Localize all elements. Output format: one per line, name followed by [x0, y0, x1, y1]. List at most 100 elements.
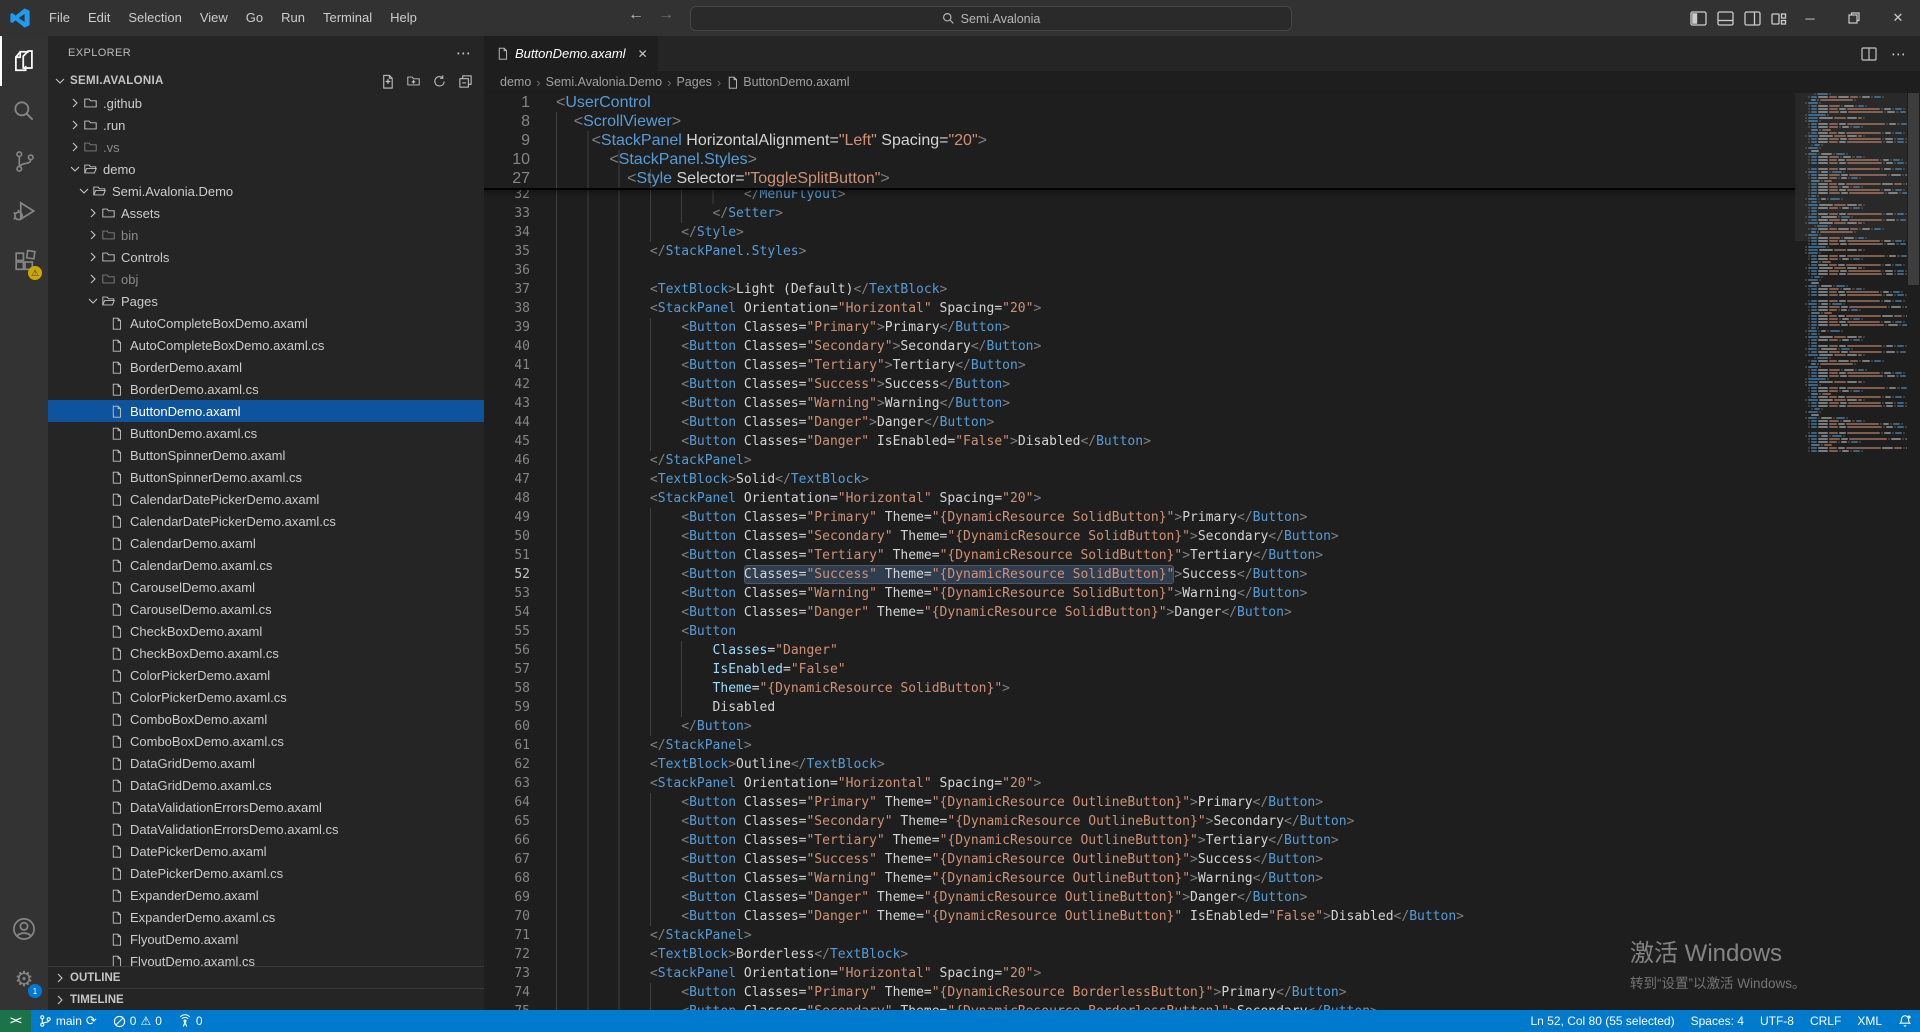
code-line-64[interactable]: 64 <Button Classes="Primary" Theme="{Dyn…: [484, 793, 1920, 812]
tree-file-ComboBoxDemo-axaml[interactable]: ComboBoxDemo.axaml: [48, 708, 484, 730]
code-line-57[interactable]: 57 IsEnabled="False": [484, 660, 1920, 679]
code-line-50[interactable]: 50 <Button Classes="Secondary" Theme="{D…: [484, 527, 1920, 546]
tree-folder-bin[interactable]: bin: [48, 224, 484, 246]
tree-file-DataGridDemo-axaml[interactable]: DataGridDemo.axaml: [48, 752, 484, 774]
tree-file-AutoCompleteBoxDemo-axaml-cs[interactable]: AutoCompleteBoxDemo.axaml.cs: [48, 334, 484, 356]
tree-file-ButtonDemo-axaml-cs[interactable]: ButtonDemo.axaml.cs: [48, 422, 484, 444]
tree-folder-Assets[interactable]: Assets: [48, 202, 484, 224]
code-line-56[interactable]: 56 Classes="Danger": [484, 641, 1920, 660]
code-line-8[interactable]: 8 <ScrollViewer>: [484, 112, 1795, 131]
search-icon[interactable]: [0, 86, 48, 136]
code-line-61[interactable]: 61 </StackPanel>: [484, 736, 1920, 755]
tree-file-CheckBoxDemo-axaml-cs[interactable]: CheckBoxDemo.axaml.cs: [48, 642, 484, 664]
code-line-45[interactable]: 45 <Button Classes="Danger" IsEnabled="F…: [484, 432, 1920, 451]
extensions-icon[interactable]: ⚠: [0, 236, 48, 286]
remote-indicator[interactable]: ><: [0, 1010, 31, 1032]
code-line-48[interactable]: 48 <StackPanel Orientation="Horizontal" …: [484, 489, 1920, 508]
code-line-38[interactable]: 38 <StackPanel Orientation="Horizontal" …: [484, 299, 1920, 318]
code-line-1[interactable]: 1<UserControl: [484, 93, 1795, 112]
code-line-42[interactable]: 42 <Button Classes="Success">Success</Bu…: [484, 375, 1920, 394]
tree-file-AutoCompleteBoxDemo-axaml[interactable]: AutoCompleteBoxDemo.axaml: [48, 312, 484, 334]
toggle-secondary-sidebar-icon[interactable]: [1744, 11, 1761, 26]
tree-file-CheckBoxDemo-axaml[interactable]: CheckBoxDemo.axaml: [48, 620, 484, 642]
notifications-bell[interactable]: [1890, 1010, 1920, 1032]
tree-file-CarouselDemo-axaml[interactable]: CarouselDemo.axaml: [48, 576, 484, 598]
accounts-icon[interactable]: [0, 904, 48, 954]
code-line-41[interactable]: 41 <Button Classes="Tertiary">Tertiary</…: [484, 356, 1920, 375]
tree-file-CarouselDemo-axaml-cs[interactable]: CarouselDemo.axaml.cs: [48, 598, 484, 620]
tree-file-ComboBoxDemo-axaml-cs[interactable]: ComboBoxDemo.axaml.cs: [48, 730, 484, 752]
workspace-root-row[interactable]: SEMI.AVALONIA: [48, 70, 484, 92]
code-line-69[interactable]: 69 <Button Classes="Danger" Theme="{Dyna…: [484, 888, 1920, 907]
run-and-debug-icon[interactable]: [0, 186, 48, 236]
tree-file-BorderDemo-axaml[interactable]: BorderDemo.axaml: [48, 356, 484, 378]
editor-scrollbar[interactable]: [1907, 93, 1920, 1010]
command-center-search[interactable]: Semi.Avalonia: [690, 6, 1292, 31]
tree-file-FlyoutDemo-axaml[interactable]: FlyoutDemo.axaml: [48, 928, 484, 950]
code-line-47[interactable]: 47 <TextBlock>Solid</TextBlock>: [484, 470, 1920, 489]
code-line-70[interactable]: 70 <Button Classes="Danger" Theme="{Dyna…: [484, 907, 1920, 926]
menu-item-edit[interactable]: Edit: [79, 6, 119, 30]
code-line-43[interactable]: 43 <Button Classes="Warning">Warning</Bu…: [484, 394, 1920, 413]
toggle-sidebar-icon[interactable]: [1690, 11, 1707, 26]
indentation[interactable]: Spaces: 4: [1683, 1010, 1752, 1032]
menu-item-terminal[interactable]: Terminal: [314, 6, 381, 30]
tree-file-DatePickerDemo-axaml[interactable]: DatePickerDemo.axaml: [48, 840, 484, 862]
tree-file-DatePickerDemo-axaml-cs[interactable]: DatePickerDemo.axaml.cs: [48, 862, 484, 884]
tree-folder-obj[interactable]: obj: [48, 268, 484, 290]
explorer-icon[interactable]: [0, 36, 48, 86]
code-line-58[interactable]: 58 Theme="{DynamicResource SolidButton}"…: [484, 679, 1920, 698]
code-line-60[interactable]: 60 </Button>: [484, 717, 1920, 736]
tree-folder-Controls[interactable]: Controls: [48, 246, 484, 268]
code-line-62[interactable]: 62 <TextBlock>Outline</TextBlock>: [484, 755, 1920, 774]
tree-file-ColorPickerDemo-axaml[interactable]: ColorPickerDemo.axaml: [48, 664, 484, 686]
code-line-46[interactable]: 46 </StackPanel>: [484, 451, 1920, 470]
tree-file-CalendarDatePickerDemo-axaml-cs[interactable]: CalendarDatePickerDemo.axaml.cs: [48, 510, 484, 532]
collapse-folders-icon[interactable]: [456, 72, 474, 90]
minimap[interactable]: [1795, 93, 1907, 483]
code-line-9[interactable]: 9 <StackPanel HorizontalAlignment="Left"…: [484, 131, 1795, 150]
eol-sequence[interactable]: CRLF: [1802, 1010, 1849, 1032]
source-control-icon[interactable]: [0, 136, 48, 186]
tree-file-ButtonDemo-axaml[interactable]: ButtonDemo.axaml: [48, 400, 484, 422]
panel-outline[interactable]: OUTLINE: [48, 966, 484, 988]
explorer-more-actions-icon[interactable]: ⋯: [456, 44, 472, 62]
code-line-44[interactable]: 44 <Button Classes="Danger">Danger</Butt…: [484, 413, 1920, 432]
code-line-49[interactable]: 49 <Button Classes="Primary" Theme="{Dyn…: [484, 508, 1920, 527]
encoding[interactable]: UTF-8: [1752, 1010, 1802, 1032]
code-line-75[interactable]: 75 <Button Classes="Secondary" Theme="{D…: [484, 1002, 1920, 1010]
tree-file-ButtonSpinnerDemo-axaml[interactable]: ButtonSpinnerDemo.axaml: [48, 444, 484, 466]
tree-file-CalendarDatePickerDemo-axaml[interactable]: CalendarDatePickerDemo.axaml: [48, 488, 484, 510]
tree-file-DataGridDemo-axaml-cs[interactable]: DataGridDemo.axaml.cs: [48, 774, 484, 796]
tree-file-CalendarDemo-axaml[interactable]: CalendarDemo.axaml: [48, 532, 484, 554]
tree-folder-Semi-Avalonia-Demo[interactable]: Semi.Avalonia.Demo: [48, 180, 484, 202]
new-folder-icon[interactable]: [404, 72, 422, 90]
code-line-54[interactable]: 54 <Button Classes="Danger" Theme="{Dyna…: [484, 603, 1920, 622]
language-mode[interactable]: XML: [1849, 1010, 1890, 1032]
tree-file-ButtonSpinnerDemo-axaml-cs[interactable]: ButtonSpinnerDemo.axaml.cs: [48, 466, 484, 488]
settings-gear-icon[interactable]: ⚙ 1: [0, 954, 48, 1004]
tree-file-DataValidationErrorsDemo-axaml-cs[interactable]: DataValidationErrorsDemo.axaml.cs: [48, 818, 484, 840]
tree-file-CalendarDemo-axaml-cs[interactable]: CalendarDemo.axaml.cs: [48, 554, 484, 576]
tree-folder--vs[interactable]: .vs: [48, 136, 484, 158]
code-line-10[interactable]: 10 <StackPanel.Styles>: [484, 150, 1795, 169]
code-line-35[interactable]: 35 </StackPanel.Styles>: [484, 242, 1920, 261]
tree-folder--github[interactable]: .github: [48, 92, 484, 114]
code-line-53[interactable]: 53 <Button Classes="Warning" Theme="{Dyn…: [484, 584, 1920, 603]
code-line-33[interactable]: 33 </Setter>: [484, 204, 1920, 223]
code-line-51[interactable]: 51 <Button Classes="Tertiary" Theme="{Dy…: [484, 546, 1920, 565]
tree-file-DataValidationErrorsDemo-axaml[interactable]: DataValidationErrorsDemo.axaml: [48, 796, 484, 818]
refresh-explorer-icon[interactable]: [430, 72, 448, 90]
code-line-59[interactable]: 59 Disabled: [484, 698, 1920, 717]
code-line-27[interactable]: 27 <Style Selector="ToggleSplitButton">: [484, 169, 1795, 188]
close-button[interactable]: ✕: [1876, 0, 1920, 36]
ports-status[interactable]: 0: [170, 1010, 211, 1032]
code-line-66[interactable]: 66 <Button Classes="Tertiary" Theme="{Dy…: [484, 831, 1920, 850]
tree-file-ColorPickerDemo-axaml-cs[interactable]: ColorPickerDemo.axaml.cs: [48, 686, 484, 708]
minimize-button[interactable]: ─: [1788, 0, 1832, 36]
cursor-position[interactable]: Ln 52, Col 80 (55 selected): [1523, 1010, 1683, 1032]
code-line-34[interactable]: 34 </Style>: [484, 223, 1920, 242]
menu-item-selection[interactable]: Selection: [119, 6, 190, 30]
problems-status[interactable]: 0 ⚠ 0: [105, 1010, 170, 1032]
menu-item-go[interactable]: Go: [237, 6, 272, 30]
